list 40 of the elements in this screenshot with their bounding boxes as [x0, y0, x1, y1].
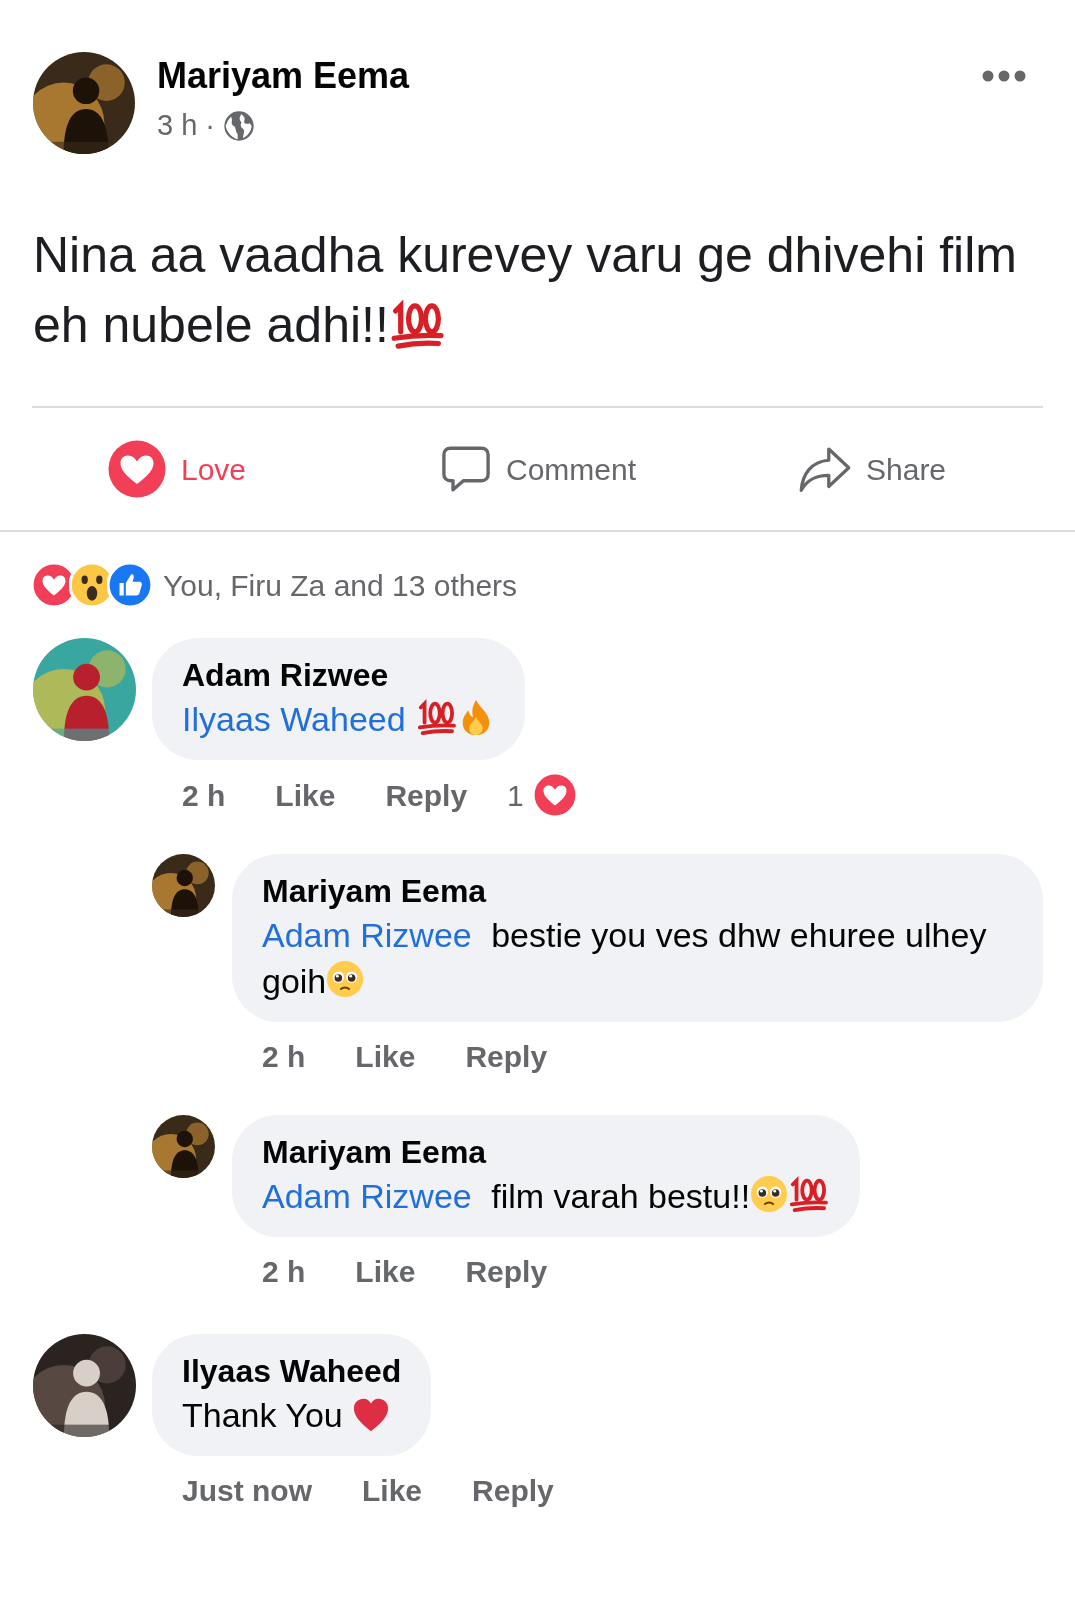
- comment-button[interactable]: Comment: [440, 443, 637, 495]
- like-button[interactable]: Like: [275, 772, 336, 818]
- reaction-summary[interactable]: You, Firu Za and 13 others: [163, 562, 518, 608]
- post-text: Nina aa vaadha kurevey varu ge dhivehi film eh nubele adhi!!: [32, 226, 1018, 355]
- like-reaction-icon: [107, 562, 153, 608]
- reply-button[interactable]: Reply: [385, 772, 468, 818]
- comment-text: Thank You: [182, 1392, 402, 1438]
- comment-time: 2 h: [182, 777, 226, 814]
- love-reaction-icon: [531, 772, 578, 818]
- post-time: 3 h ·: [157, 108, 216, 143]
- comment-time: 2 h: [262, 1039, 306, 1075]
- pleading-face-icon: [750, 1175, 789, 1214]
- reply-button[interactable]: Reply: [465, 1034, 548, 1079]
- commenter-name[interactable]: Ilyaas Waheed: [182, 1350, 402, 1392]
- share-button[interactable]: Share: [798, 444, 947, 494]
- mention-link[interactable]: Adam Rizwee: [262, 1177, 472, 1215]
- comment-time: Just now: [182, 1473, 312, 1509]
- pleading-face-icon: [326, 960, 365, 999]
- like-button[interactable]: Like: [362, 1468, 423, 1513]
- commenter-name[interactable]: Adam Rizwee: [182, 654, 496, 696]
- love-reaction-icon: [107, 439, 167, 499]
- hundred-points-icon: [788, 1175, 830, 1214]
- hundred-points-icon: [415, 698, 458, 737]
- more-options-icon[interactable]: [982, 70, 1026, 82]
- commenter-name[interactable]: Mariyam Eema: [262, 870, 1013, 912]
- love-button[interactable]: Love: [107, 439, 247, 499]
- author-name[interactable]: Mariyam Eema: [157, 54, 410, 98]
- reaction-count: 1: [507, 777, 524, 814]
- share-icon: [798, 444, 852, 494]
- comment-text: Adam Rizwee bestie you ves dhw ehuree ulhey goih: [262, 915, 988, 1002]
- reply-button[interactable]: Reply: [472, 1468, 554, 1513]
- like-button[interactable]: Like: [355, 1249, 416, 1294]
- mention-link[interactable]: Ilyaas Waheed: [182, 700, 406, 738]
- comment-text: Adam Rizwee film varah bestu!!: [262, 1173, 830, 1219]
- mention-link[interactable]: Adam Rizwee: [262, 916, 472, 954]
- commenter-name[interactable]: Mariyam Eema: [262, 1131, 830, 1173]
- like-button[interactable]: Like: [355, 1034, 416, 1079]
- reply-button[interactable]: Reply: [465, 1249, 548, 1294]
- comment-time: 2 h: [262, 1254, 306, 1290]
- globe-icon: [223, 109, 256, 142]
